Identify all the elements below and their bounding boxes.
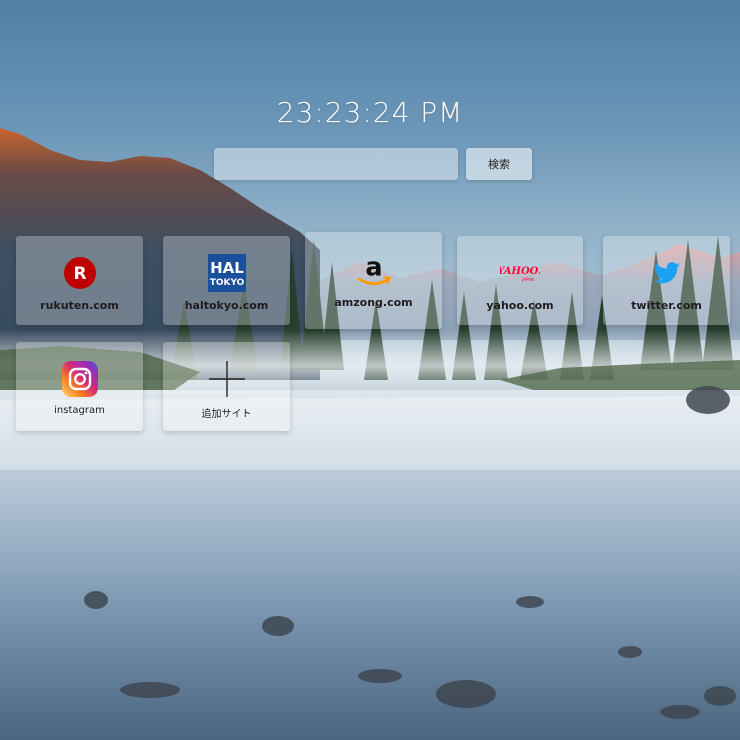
plus-icon	[207, 359, 247, 399]
svg-text:YAHOO!: YAHOO!	[500, 266, 540, 277]
svg-text:a: a	[365, 252, 382, 282]
tile-label: amzong.com	[334, 296, 413, 309]
search-input[interactable]	[214, 148, 458, 180]
tile-label: yahoo.com	[486, 299, 554, 312]
add-site-tile[interactable]: 追加サイト	[163, 342, 290, 431]
shortcut-tile-instagram[interactable]: instagram	[16, 342, 143, 431]
twitter-icon	[647, 253, 687, 293]
svg-text:R: R	[73, 264, 86, 284]
new-tab-page: 23:23:24 PM 検索 R rukuten.com HAL TOKYO h…	[0, 0, 740, 740]
shortcut-tile-yahoo[interactable]: YAHOO! JAPAN yahoo.com	[457, 236, 583, 325]
svg-text:TOKYO: TOKYO	[209, 278, 244, 288]
svg-text:JAPAN: JAPAN	[521, 277, 534, 282]
search-button[interactable]: 検索	[466, 148, 532, 180]
tile-label: haltokyo.com	[184, 299, 269, 312]
hal-tokyo-icon: HAL TOKYO	[207, 253, 247, 293]
shortcut-tile-amazon[interactable]: a amzong.com	[305, 232, 442, 329]
tile-label: rukuten.com	[40, 299, 119, 312]
instagram-icon	[60, 359, 100, 399]
shortcut-tile-twitter[interactable]: twitter.com	[603, 236, 730, 325]
shortcut-tile-rakuten[interactable]: R rukuten.com	[16, 236, 143, 325]
clock-display: 23:23:24 PM	[276, 96, 464, 129]
yahoo-japan-icon: YAHOO! JAPAN	[500, 253, 540, 293]
tile-label: instagram	[54, 405, 105, 416]
tile-label: 追加サイト	[201, 409, 252, 420]
shortcut-tile-haltokyo[interactable]: HAL TOKYO haltokyo.com	[163, 236, 290, 325]
rakuten-icon: R	[60, 253, 100, 293]
tile-label: twitter.com	[631, 299, 702, 312]
amazon-icon: a	[354, 250, 394, 290]
svg-text:HAL: HAL	[210, 259, 244, 277]
